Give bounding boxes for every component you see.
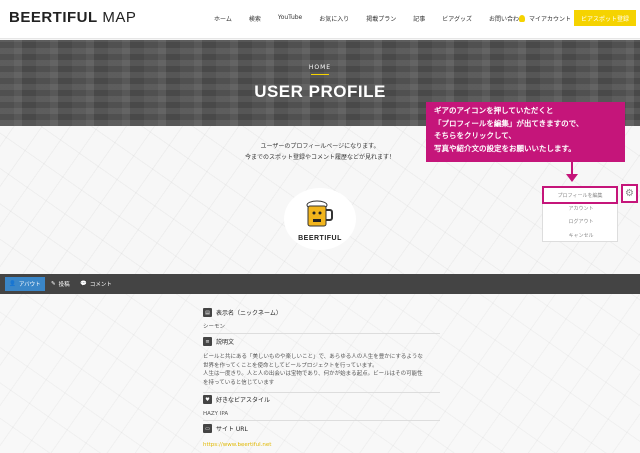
tab-about-label: アバウト bbox=[18, 282, 41, 288]
callout-line-1: ギアのアイコンを押していただくと bbox=[434, 106, 554, 115]
pencil-icon: ✎ bbox=[51, 281, 56, 287]
my-account-link[interactable]: マイアカウント bbox=[519, 14, 571, 23]
callout-line-2: 「プロフィールを編集」が出てきますので、 bbox=[434, 118, 584, 128]
tab-posts[interactable]: ✎ 投稿 bbox=[47, 277, 74, 291]
site-url-link[interactable]: https://www.beertiful.net bbox=[203, 441, 271, 450]
favorite-style-heading: ♥ 好きなビアスタイル bbox=[203, 395, 270, 404]
favorite-style-label: 好きなビアスタイル bbox=[216, 397, 271, 404]
menu-item-logout[interactable]: ログアウト bbox=[543, 218, 619, 225]
tab-about[interactable]: 👤 アバウト bbox=[5, 277, 45, 291]
monitor-icon: ▭ bbox=[203, 424, 212, 433]
nav-favorites[interactable]: お気に入り bbox=[319, 14, 349, 23]
description-heading: ≡ 説明文 bbox=[203, 337, 234, 346]
nav-articles[interactable]: 記事 bbox=[413, 14, 425, 23]
settings-gear-button[interactable]: ⚙ bbox=[621, 184, 638, 203]
divider bbox=[203, 420, 440, 421]
nav-youtube[interactable]: YouTube bbox=[278, 14, 302, 23]
nav-plans[interactable]: 掲載プラン bbox=[366, 14, 396, 23]
display-name-label: 表示名（ニックネーム） bbox=[216, 310, 282, 317]
register-spot-button[interactable]: ビアスポット登録 bbox=[574, 10, 636, 26]
description-line-2: 世界を作ってくことを使命としてビールプロジェクトを行っています。 bbox=[203, 362, 378, 369]
description-line-4: を持っていると信じています bbox=[203, 379, 275, 386]
lightbulb-icon bbox=[519, 15, 525, 22]
description-label: 説明文 bbox=[216, 339, 235, 346]
site-logo[interactable]: BEERTIFUL MAP bbox=[9, 9, 136, 26]
id-card-icon: ▤ bbox=[203, 308, 212, 317]
tab-posts-label: 投稿 bbox=[58, 282, 70, 288]
heart-icon: ♥ bbox=[203, 395, 212, 404]
description-line-1: ビールと共にある「美しいものや楽しいこと」で、あらゆる人の人生を豊かにするような bbox=[203, 354, 423, 360]
menu-item-cancel[interactable]: キャンセル bbox=[543, 232, 619, 239]
main-nav: ホーム 検索 YouTube お気に入り 掲載プラン 記事 ビアグッズ お問い合… bbox=[214, 14, 542, 23]
speech-bubble-icon: 💬 bbox=[80, 281, 87, 287]
tab-comments-label: コメント bbox=[89, 282, 112, 288]
my-account-label: マイアカウント bbox=[529, 16, 572, 23]
menu-item-edit-profile[interactable]: プロフィールを編集 bbox=[542, 186, 618, 204]
description-value: ビールと共にある「美しいものや楽しいこと」で、あらゆる人の人生を豊かにするような… bbox=[203, 353, 423, 387]
divider bbox=[203, 333, 440, 334]
logo-bold-text: BEERTIFUL bbox=[9, 9, 98, 26]
menu-item-account[interactable]: アカウント bbox=[543, 205, 619, 212]
callout-line-3: そちらをクリックして、 bbox=[434, 131, 516, 140]
beer-mug-icon bbox=[306, 200, 333, 227]
nav-home[interactable]: ホーム bbox=[214, 14, 232, 23]
person-icon: 👤 bbox=[9, 281, 16, 287]
hero-divider bbox=[311, 74, 329, 75]
instruction-callout: ギアのアイコンを押していただくと 「プロフィールを編集」が出てきますので、 そち… bbox=[426, 102, 625, 162]
document-icon: ≡ bbox=[203, 337, 212, 346]
site-url-heading: ▭ サイト URL bbox=[203, 424, 248, 433]
favorite-style-value: HAZY IPA bbox=[203, 411, 229, 417]
breadcrumb-home[interactable]: HOME bbox=[0, 64, 640, 71]
profile-tab-bar: 👤 アバウト ✎ 投稿 💬 コメント bbox=[0, 274, 640, 294]
page-title: USER PROFILE bbox=[254, 82, 386, 101]
display-name-value: シーモン bbox=[203, 324, 226, 330]
site-header: BEERTIFUL MAP ホーム 検索 YouTube お気に入り 掲載プラン… bbox=[0, 0, 640, 39]
description-line-3: 人生は一度きり。人と人の出会いは宝物であり、何かが始まる起点。ビールはその可能性 bbox=[203, 371, 423, 377]
nav-goods[interactable]: ビアグッズ bbox=[442, 14, 472, 23]
site-url-label: サイト URL bbox=[216, 426, 248, 433]
nav-search[interactable]: 検索 bbox=[249, 14, 261, 23]
callout-line-4: 写真や紹介文の設定をお願いいたします。 bbox=[434, 143, 576, 153]
divider bbox=[203, 392, 440, 393]
logo-light-text: MAP bbox=[97, 9, 137, 26]
display-name-heading: ▤ 表示名（ニックネーム） bbox=[203, 308, 282, 317]
tab-comments[interactable]: 💬 コメント bbox=[76, 277, 116, 291]
gear-icon: ⚙ bbox=[625, 188, 634, 199]
callout-arrow-icon bbox=[566, 174, 578, 182]
avatar-label: BEERTIFUL bbox=[298, 235, 342, 242]
